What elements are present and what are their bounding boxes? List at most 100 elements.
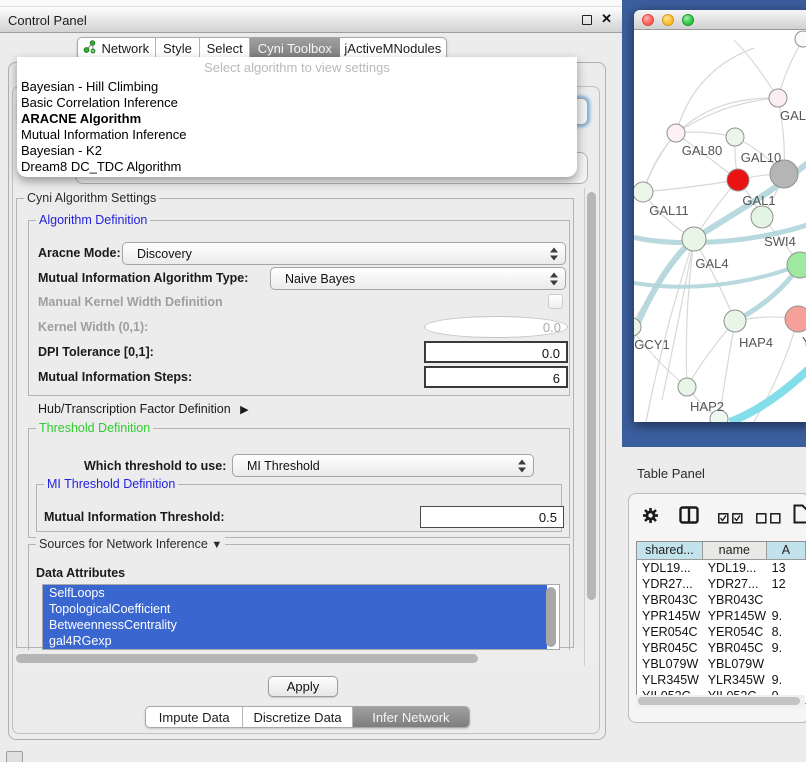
node-gal80[interactable] <box>667 124 685 142</box>
which-threshold-combo[interactable]: MI Threshold <box>232 454 534 477</box>
popup-item[interactable]: Basic Correlation Inference <box>17 95 577 111</box>
settings-scroll-region: Cyni Algorithm Settings Algorithm Defini… <box>14 186 584 650</box>
minimize-window-icon[interactable] <box>662 14 674 26</box>
tab-network[interactable]: Network <box>78 38 156 59</box>
popup-item[interactable]: Dream8 DC_TDC Algorithm <box>17 159 577 175</box>
mi-algorithm-type-value: Naive Bayes <box>285 272 355 286</box>
tab-discretize-data-label: Discretize Data <box>254 710 342 725</box>
table-row[interactable]: YDL19...YDL19...13 <box>637 560 806 576</box>
tab-impute-data[interactable]: Impute Data <box>146 707 243 727</box>
node-hap2[interactable] <box>678 378 696 396</box>
settings-vertical-scrollbar[interactable] <box>584 188 598 666</box>
tab-select[interactable]: Select <box>200 38 250 59</box>
list-item[interactable]: BetweennessCentrality <box>43 617 547 633</box>
list-item[interactable]: gal4RGexp <box>43 633 547 649</box>
mi-steps-label: Mutual Information Steps: <box>38 370 192 384</box>
table-row[interactable]: YDR27...YDR27...12 <box>637 576 806 592</box>
apply-button[interactable]: Apply <box>268 676 338 697</box>
node[interactable] <box>785 306 806 332</box>
node-label: HAP4 <box>739 335 773 350</box>
column-header-partial[interactable]: A <box>767 542 806 560</box>
network-window[interactable]: GAL GAL80 GAL10 GAL1 GAL11 SWI4 GAL4 GCY… <box>634 10 806 422</box>
table-row[interactable]: YBL079WYBL079W <box>637 656 806 672</box>
aracne-mode-combo[interactable]: Discovery <box>122 242 566 265</box>
table-row[interactable]: YPR145WYPR145W9. <box>637 608 806 624</box>
algorithm-definition-title: Algorithm Definition <box>36 213 150 227</box>
table-row[interactable]: YER054CYER054C8. <box>637 624 806 640</box>
popup-item-selected[interactable]: ARACNE Algorithm <box>17 111 577 127</box>
horizontal-scroll-thumb[interactable] <box>16 654 478 663</box>
node[interactable] <box>751 206 773 228</box>
node[interactable] <box>795 31 806 47</box>
cyni-algorithm-settings-title: Cyni Algorithm Settings <box>24 191 159 205</box>
stepper-icon <box>550 247 559 260</box>
aracne-mode-label: Aracne Mode: <box>38 246 121 260</box>
tab-discretize-data[interactable]: Discretize Data <box>243 707 352 727</box>
split-columns-icon[interactable] <box>679 506 699 529</box>
table-row[interactable]: YBR045CYBR045C9. <box>637 640 806 656</box>
popup-item[interactable]: Bayesian - K2 <box>17 143 577 159</box>
popup-item[interactable]: Bayesian - Hill Climbing <box>17 79 577 95</box>
node-gal4[interactable] <box>682 227 706 251</box>
tab-infer-network[interactable]: Infer Network <box>353 707 469 727</box>
tab-network-label: Network <box>101 41 149 56</box>
settings-horizontal-scrollbar[interactable] <box>14 652 584 665</box>
table-scroll-thumb[interactable] <box>638 697 800 705</box>
mi-threshold-field[interactable]: 0.5 <box>420 506 564 528</box>
node-label: GAL1 <box>742 193 775 208</box>
tab-jactivemnodules[interactable]: jActiveMNodules <box>340 38 446 59</box>
network-canvas[interactable]: GAL GAL80 GAL10 GAL1 GAL11 SWI4 GAL4 GCY… <box>634 30 806 422</box>
node-label: GAL4 <box>695 256 728 271</box>
list-scrollbar[interactable] <box>546 587 556 647</box>
node-gal11[interactable] <box>634 182 653 202</box>
mi-steps-field[interactable]: 6 <box>424 366 568 388</box>
node-gal1-selected[interactable] <box>727 169 749 191</box>
column-header-shared-name[interactable]: shared... <box>637 542 703 560</box>
document-icon[interactable] <box>793 504 806 529</box>
vertical-scroll-thumb[interactable] <box>587 192 596 600</box>
list-item[interactable]: TopologicalCoefficient <box>43 601 547 617</box>
node-label: GCY1 <box>634 337 669 352</box>
popup-prompt: Select algorithm to view settings <box>17 57 577 79</box>
table-horizontal-scrollbar[interactable] <box>636 695 805 708</box>
stepper-icon <box>550 272 559 285</box>
dpi-tolerance-field[interactable]: 0.0 <box>424 341 568 363</box>
mi-algorithm-type-combo[interactable]: Naive Bayes <box>270 267 566 290</box>
table-panel: shared... name A YDL19...YDL19...13 YDR2… <box>628 493 806 723</box>
tab-jactivemnodules-label: jActiveMNodules <box>344 41 441 56</box>
popup-item[interactable]: Mutual Information Inference <box>17 127 577 143</box>
column-header-name[interactable]: name <box>703 542 767 560</box>
tab-style[interactable]: Style <box>156 38 201 59</box>
manual-kernel-width-label: Manual Kernel Width Definition <box>38 295 223 309</box>
node-label: GAL80 <box>682 143 722 158</box>
table-row[interactable]: YBR043CYBR043C <box>637 592 806 608</box>
table-row[interactable]: YLR345WYLR345W9. <box>637 672 806 688</box>
tab-select-label: Select <box>207 41 243 56</box>
close-window-icon[interactable] <box>642 14 654 26</box>
node-swi4[interactable] <box>787 252 806 278</box>
network-window-titlebar[interactable] <box>634 10 806 30</box>
close-icon[interactable]: ✕ <box>601 11 612 27</box>
hub-section-label: Hub/Transcription Factor Definition <box>38 402 231 416</box>
panel-corner-button[interactable] <box>6 751 23 762</box>
hide-columns-icon[interactable] <box>756 511 781 529</box>
stepper-icon <box>518 459 527 472</box>
show-columns-icon[interactable] <box>718 511 743 529</box>
zoom-window-icon[interactable] <box>682 14 694 26</box>
list-item[interactable]: SelfLoops <box>43 585 547 601</box>
node-table: shared... name A YDL19...YDL19...13 YDR2… <box>636 541 806 704</box>
node[interactable] <box>769 89 787 107</box>
network-nodes <box>634 31 806 422</box>
kernel-width-field[interactable]: 0.0 <box>424 316 568 338</box>
tab-cyni-toolbox[interactable]: Cyni Toolbox <box>250 38 340 59</box>
node-gal10[interactable] <box>726 128 744 146</box>
node-hap4[interactable] <box>724 310 746 332</box>
gear-icon[interactable] <box>642 507 659 529</box>
node-label: GAL11 <box>649 203 689 218</box>
mi-algorithm-type-label: Mutual Information Algorithm Type: <box>38 271 248 285</box>
manual-kernel-width-checkbox[interactable] <box>548 294 563 309</box>
panel-title: Control Panel <box>8 13 87 28</box>
sources-toggle[interactable]: Sources for Network Inference ▼ <box>36 537 225 551</box>
float-window-icon[interactable] <box>582 15 592 25</box>
hub-transcription-factor-toggle[interactable]: Hub/Transcription Factor Definition ▶ <box>38 402 249 416</box>
